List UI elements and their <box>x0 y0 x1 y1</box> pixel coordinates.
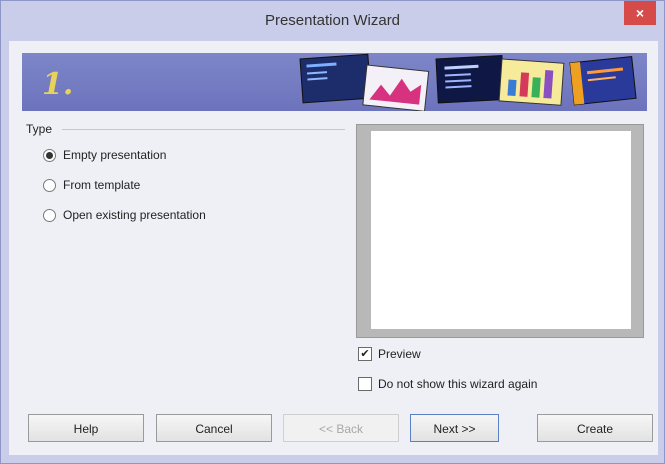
radio-button[interactable] <box>43 178 56 192</box>
cancel-button[interactable]: Cancel <box>156 414 272 442</box>
window-title: Presentation Wizard <box>264 12 401 29</box>
next-button[interactable]: Next >> <box>410 414 499 442</box>
radio-label: Open existing presentation <box>63 208 206 222</box>
create-button[interactable]: Create <box>537 414 653 442</box>
radio-from-template[interactable]: From template <box>43 176 140 194</box>
close-button[interactable]: × <box>624 1 656 25</box>
slide-thumbnails-graphic <box>299 53 637 111</box>
type-group-label: Type <box>26 122 53 136</box>
preview-slide <box>371 131 631 329</box>
preview-checkbox-row[interactable]: ✔ Preview <box>358 345 421 363</box>
preview-checkbox[interactable]: ✔ <box>358 347 372 361</box>
thumbnail-navy-list <box>435 55 505 104</box>
wizard-banner: 1. <box>22 53 647 111</box>
thumbnail-orange-blue <box>569 55 637 106</box>
preview-label: Preview <box>378 347 421 361</box>
radio-open-existing[interactable]: Open existing presentation <box>43 206 206 224</box>
title-bar[interactable]: Presentation Wizard × <box>1 1 664 41</box>
radio-label: From template <box>63 178 141 192</box>
radio-button[interactable] <box>43 208 56 222</box>
thumbnail-pink-chart <box>362 64 430 111</box>
close-icon: × <box>635 5 645 21</box>
thumbnail-yellow-bars <box>498 58 565 106</box>
back-button[interactable]: << Back <box>283 414 399 442</box>
do-not-show-checkbox[interactable] <box>358 377 372 391</box>
thumbnail-dark-blue <box>299 53 372 104</box>
do-not-show-checkbox-row[interactable]: Do not show this wizard again <box>358 375 537 393</box>
radio-empty-presentation[interactable]: Empty presentation <box>43 146 166 164</box>
help-button[interactable]: Help <box>28 414 144 442</box>
type-group-divider <box>62 129 345 130</box>
radio-button-selected[interactable] <box>43 148 56 162</box>
do-not-show-label: Do not show this wizard again <box>378 377 538 391</box>
radio-label: Empty presentation <box>63 148 167 162</box>
preview-panel <box>356 124 644 338</box>
